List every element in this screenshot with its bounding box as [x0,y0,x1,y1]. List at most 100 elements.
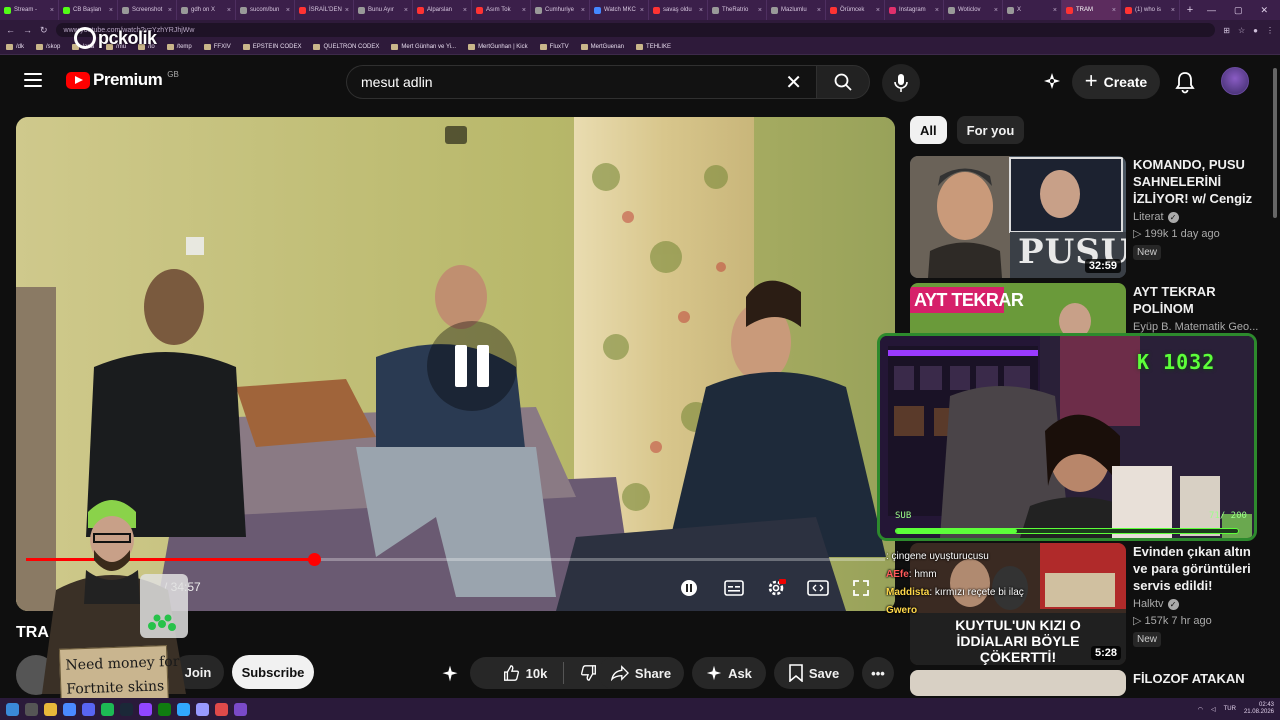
tab-close-icon[interactable]: × [404,7,408,14]
like-count[interactable]: 10k [526,666,548,681]
ai-sparkle-icon[interactable] [440,664,460,684]
app-icon[interactable] [234,702,247,716]
maximize-icon[interactable]: ▢ [1234,5,1243,16]
tab-close-icon[interactable]: × [463,7,467,14]
close-window-icon[interactable]: ✕ [1260,5,1268,16]
browser-tab[interactable]: Alparslan × [413,0,472,20]
save-button[interactable]: Save [774,657,854,689]
recommendation-title[interactable]: AYT TEKRAR POLİNOM [1133,283,1261,317]
filter-chip[interactable]: For you [956,116,1025,144]
premiere-icon[interactable] [196,702,209,716]
tab-close-icon[interactable]: × [286,7,290,14]
browser-tab[interactable]: gdh on X × [177,0,236,20]
search-taskbar-icon[interactable] [25,702,38,716]
tab-close-icon[interactable]: × [345,7,349,14]
url-bar[interactable]: www.youtube.com/watch?v=YzhYRJhjWw [55,23,1216,37]
browser-tab[interactable]: X × [1003,0,1062,20]
browser-tab[interactable]: TRAM × [1062,0,1121,20]
ask-button[interactable]: Ask [692,657,766,689]
browser-tab[interactable]: Asım Tok × [472,0,531,20]
bookmark-item[interactable]: Mert Günhan ve Yi... [391,44,456,50]
tab-close-icon[interactable]: × [994,7,998,14]
volume-icon[interactable]: ◁ [1211,706,1216,713]
bookmark-item[interactable]: /temp [166,44,192,50]
tab-close-icon[interactable]: × [1053,7,1057,14]
back-icon[interactable]: ← [6,25,15,35]
tab-close-icon[interactable]: × [876,7,880,14]
thumbs-down-icon[interactable] [580,664,598,682]
tab-close-icon[interactable]: × [817,7,821,14]
thumbs-up-icon[interactable] [502,664,520,682]
recommendation-title[interactable]: KOMANDO, PUSU SAHNELERİNİ İZLİYOR! w/ Ce… [1133,156,1261,207]
bookmark-item[interactable]: FluxTV [539,44,569,50]
browser-tab[interactable]: Instagram × [885,0,944,20]
tab-close-icon[interactable]: × [227,7,231,14]
filter-chip[interactable]: All [910,116,947,144]
wifi-icon[interactable]: ◠ [1198,706,1203,713]
menu-dots-icon[interactable]: ⋮ [1266,26,1274,35]
video-thumbnail[interactable] [910,670,1126,696]
recommendation-item[interactable]: FİLOZOF ATAKAN [910,670,1260,696]
tab-close-icon[interactable]: × [699,7,703,14]
subtitles-button[interactable] [721,575,747,601]
progress-scrubber[interactable] [307,553,321,566]
youtube-premium-logo[interactable]: Premium GB [66,70,179,90]
pause-indicator[interactable] [427,321,517,411]
create-button[interactable]: + Create [1072,65,1160,99]
scrollbar-thumb[interactable] [1273,68,1277,218]
browser-tab[interactable]: TheRatrio × [708,0,767,20]
bookmark-item[interactable]: EPSTEIN CODEX [242,44,301,50]
hamburger-menu-icon[interactable] [24,73,42,87]
browser-tab[interactable]: Bunu Ayır × [354,0,413,20]
tab-close-icon[interactable]: × [109,7,113,14]
bookmark-item[interactable]: /dk [6,44,24,50]
pause-toggle-button[interactable] [676,575,702,601]
profile-icon[interactable]: ● [1253,26,1258,35]
clock[interactable]: 02:43 21.08.2026 [1244,702,1274,716]
browser-tab[interactable]: sucom/bun × [236,0,295,20]
notifications-bell-icon[interactable] [1172,69,1198,95]
browser-tab[interactable]: (1) who is × [1121,0,1180,20]
recommendation-channel[interactable]: Halktv ✓ [1133,598,1261,610]
forward-icon[interactable]: → [23,25,32,35]
reload-icon[interactable]: ↻ [40,25,48,36]
browser-tab[interactable]: Screenshot × [118,0,177,20]
tab-close-icon[interactable]: × [50,7,54,14]
search-button[interactable] [816,65,870,99]
tab-close-icon[interactable]: × [522,7,526,14]
start-icon[interactable] [6,702,19,716]
miniplayer-icon[interactable] [445,126,467,144]
tab-close-icon[interactable]: × [1112,7,1116,14]
spotify-icon[interactable] [101,702,114,716]
fullscreen-button[interactable] [848,575,874,601]
bookmark-item[interactable]: FFXIV [203,44,231,50]
photoshop-icon[interactable] [177,702,190,716]
settings-button[interactable] [763,575,789,601]
browser-tab[interactable]: Mazlumlu × [767,0,826,20]
twitch-icon[interactable] [139,702,152,716]
browser-tab[interactable]: Cumhuriye × [531,0,590,20]
app-icon[interactable] [215,702,228,716]
ai-sparkle-icon[interactable] [1040,70,1064,94]
tab-close-icon[interactable]: × [758,7,762,14]
browser-tab[interactable]: Örümcek × [826,0,885,20]
theater-mode-button[interactable] [805,575,831,601]
subscribe-button[interactable]: Subscribe [232,655,314,689]
browser-tab[interactable]: Watch MKC × [590,0,649,20]
tab-close-icon[interactable]: × [1171,7,1175,14]
steam-icon[interactable] [120,702,133,716]
tab-close-icon[interactable]: × [168,7,172,14]
bookmark-item[interactable]: /skop [36,44,60,50]
more-actions-button[interactable]: ••• [862,657,894,689]
browser-tab[interactable]: İSRAİL'DEN × [295,0,354,20]
browser-tab[interactable]: Stream - × [0,0,59,20]
search-input[interactable] [361,74,778,90]
file-explorer-icon[interactable] [44,702,57,716]
browser-icon[interactable] [63,702,76,716]
page-scrollbar[interactable] [1272,60,1278,695]
discord-icon[interactable] [82,702,95,716]
video-thumbnail[interactable]: PUSU 32:59 [910,156,1126,278]
voice-search-button[interactable] [882,64,920,102]
new-tab-icon[interactable]: + [1180,4,1200,16]
video-thumbnail[interactable]: AYT TEKRAR [910,283,1126,333]
